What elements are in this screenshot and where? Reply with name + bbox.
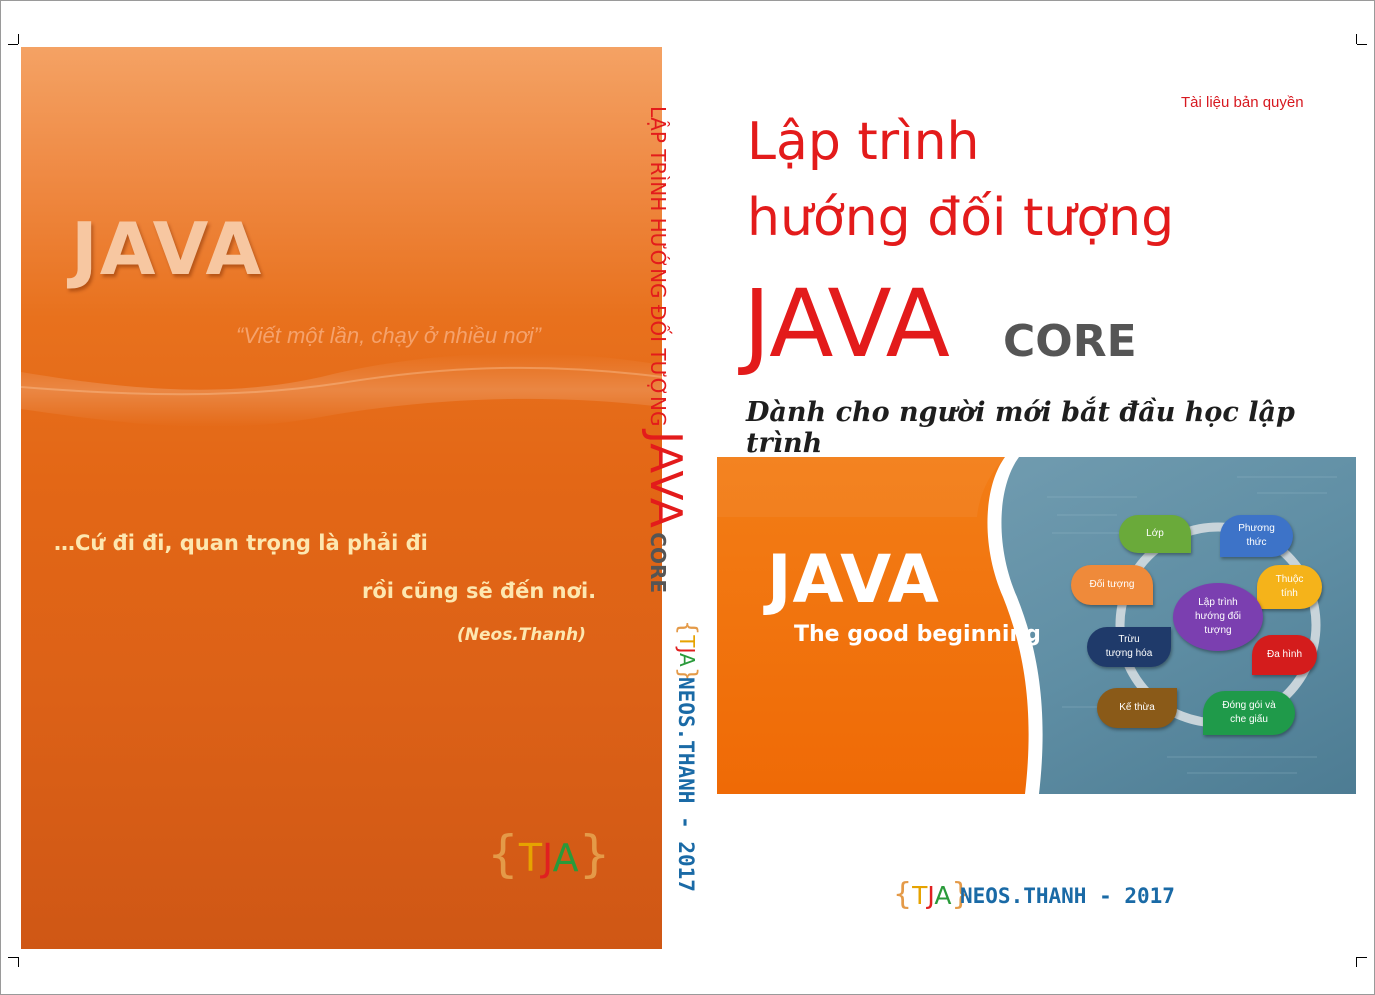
back-cover-quote-author: (Neos.Thanh) [457,625,586,645]
back-cover-java-title: JAVA [71,207,264,291]
node-ke-thua-label: Kế thừa [1119,702,1155,713]
node-doi-tuong-label: Đối tượng [1089,579,1135,590]
front-author: NEOS.THANH - 2017 [960,884,1175,908]
node-da-hinh-label: Đa hình [1266,649,1303,660]
node-lop: Lớp [1119,515,1191,553]
front-tja-logo: {TJA} [893,877,971,912]
crop-mark-br-h [1357,957,1367,958]
crop-mark-bl-v [18,957,19,967]
logo-brace-open: { [674,620,702,636]
logo-brace-open: { [893,877,913,912]
node-truu-tuong: Trừu tượng hóa [1087,627,1171,667]
node-thuoc-tinh-line2: tính [1281,588,1298,599]
node-center-line1: Lập trình [1198,597,1238,608]
front-title-line2: hướng đối tượng [747,188,1175,248]
crop-mark-tl-v [18,34,19,44]
front-title-line1: Lập trình [747,112,980,172]
back-cover-tja-logo: {TJA} [487,825,610,883]
node-center: Lập trình hướng đối tượng [1173,583,1263,651]
back-cover: JAVA “Viết một lần, chạy ở nhiều nơi” …C… [21,47,662,949]
node-da-hinh: Đa hình [1252,635,1317,675]
crop-mark-br-v [1356,957,1357,967]
logo-brace-open: { [487,825,519,883]
front-subtitle: Dành cho người mới bắt đầu học lập trình [746,397,1295,459]
spine-author: NEOS.THANH - 2017 [674,677,698,892]
front-banner: JAVA The good beginning Lớp Phương thức … [717,457,1356,794]
node-phuong-thuc: Phương thức [1220,515,1293,557]
node-truu-tuong-line1: Trừu [1118,634,1140,645]
node-dong-goi-line1: Đóng gói và [1222,700,1276,711]
logo-brace-close: } [578,825,611,883]
node-phuong-thuc-line2: thức [1246,537,1267,548]
crop-mark-tl-h [8,44,18,45]
crop-mark-tr-h [1357,44,1367,45]
back-cover-quote-line1: …Cứ đi đi, quan trọng là phải đi [54,531,428,555]
front-title-java: JAVA [743,270,950,379]
node-lop-label: Lớp [1146,528,1164,539]
back-cover-quote-line2: rồi cũng sẽ đến nơi. [362,579,597,603]
logo-letter-a: A [552,836,579,880]
crop-mark-bl-h [8,957,18,958]
node-center-line2: hướng đối [1194,611,1242,622]
spine-tja-logo: {TJA} [674,620,702,682]
spine-title-java: JAVA [640,430,691,528]
crop-mark-tr-v [1356,34,1357,44]
logo-letter-t: T [518,836,543,880]
front-title-core: CORE [1003,316,1137,367]
logo-letter-t: T [912,881,928,910]
copyright-notice: Tài liệu bản quyền [1181,94,1304,111]
node-ke-thua: Kế thừa [1097,688,1177,728]
banner-java-title: JAVA [767,541,940,618]
logo-letter-a: A [934,881,952,910]
spine-title: LẬP TRÌNH HƯỚNG ĐỐI TƯỢNG JAVA CORE [640,106,691,593]
node-phuong-thuc-line1: Phương [1238,523,1275,534]
spine-title-core: CORE [646,532,670,594]
spine-title-small: LẬP TRÌNH HƯỚNG ĐỐI TƯỢNG [646,106,670,427]
node-thuoc-tinh: Thuộc tính [1257,565,1322,609]
logo-letter-j: J [542,836,553,880]
node-center-line3: tượng [1204,625,1232,636]
node-doi-tuong: Đối tượng [1071,565,1153,605]
logo-letter-t: T [675,635,699,648]
back-cover-wave [21,353,662,427]
back-cover-motto: “Viết một lần, chạy ở nhiều nơi” [236,323,542,348]
node-dong-goi: Đóng gói và che giấu [1203,691,1295,735]
banner-tagline: The good beginning [794,622,1041,647]
node-dong-goi-line2: che giấu [1230,714,1268,725]
node-truu-tuong-line2: tượng hóa [1105,648,1153,659]
logo-letter-a: A [675,653,699,667]
node-thuoc-tinh-line1: Thuộc [1275,574,1304,585]
